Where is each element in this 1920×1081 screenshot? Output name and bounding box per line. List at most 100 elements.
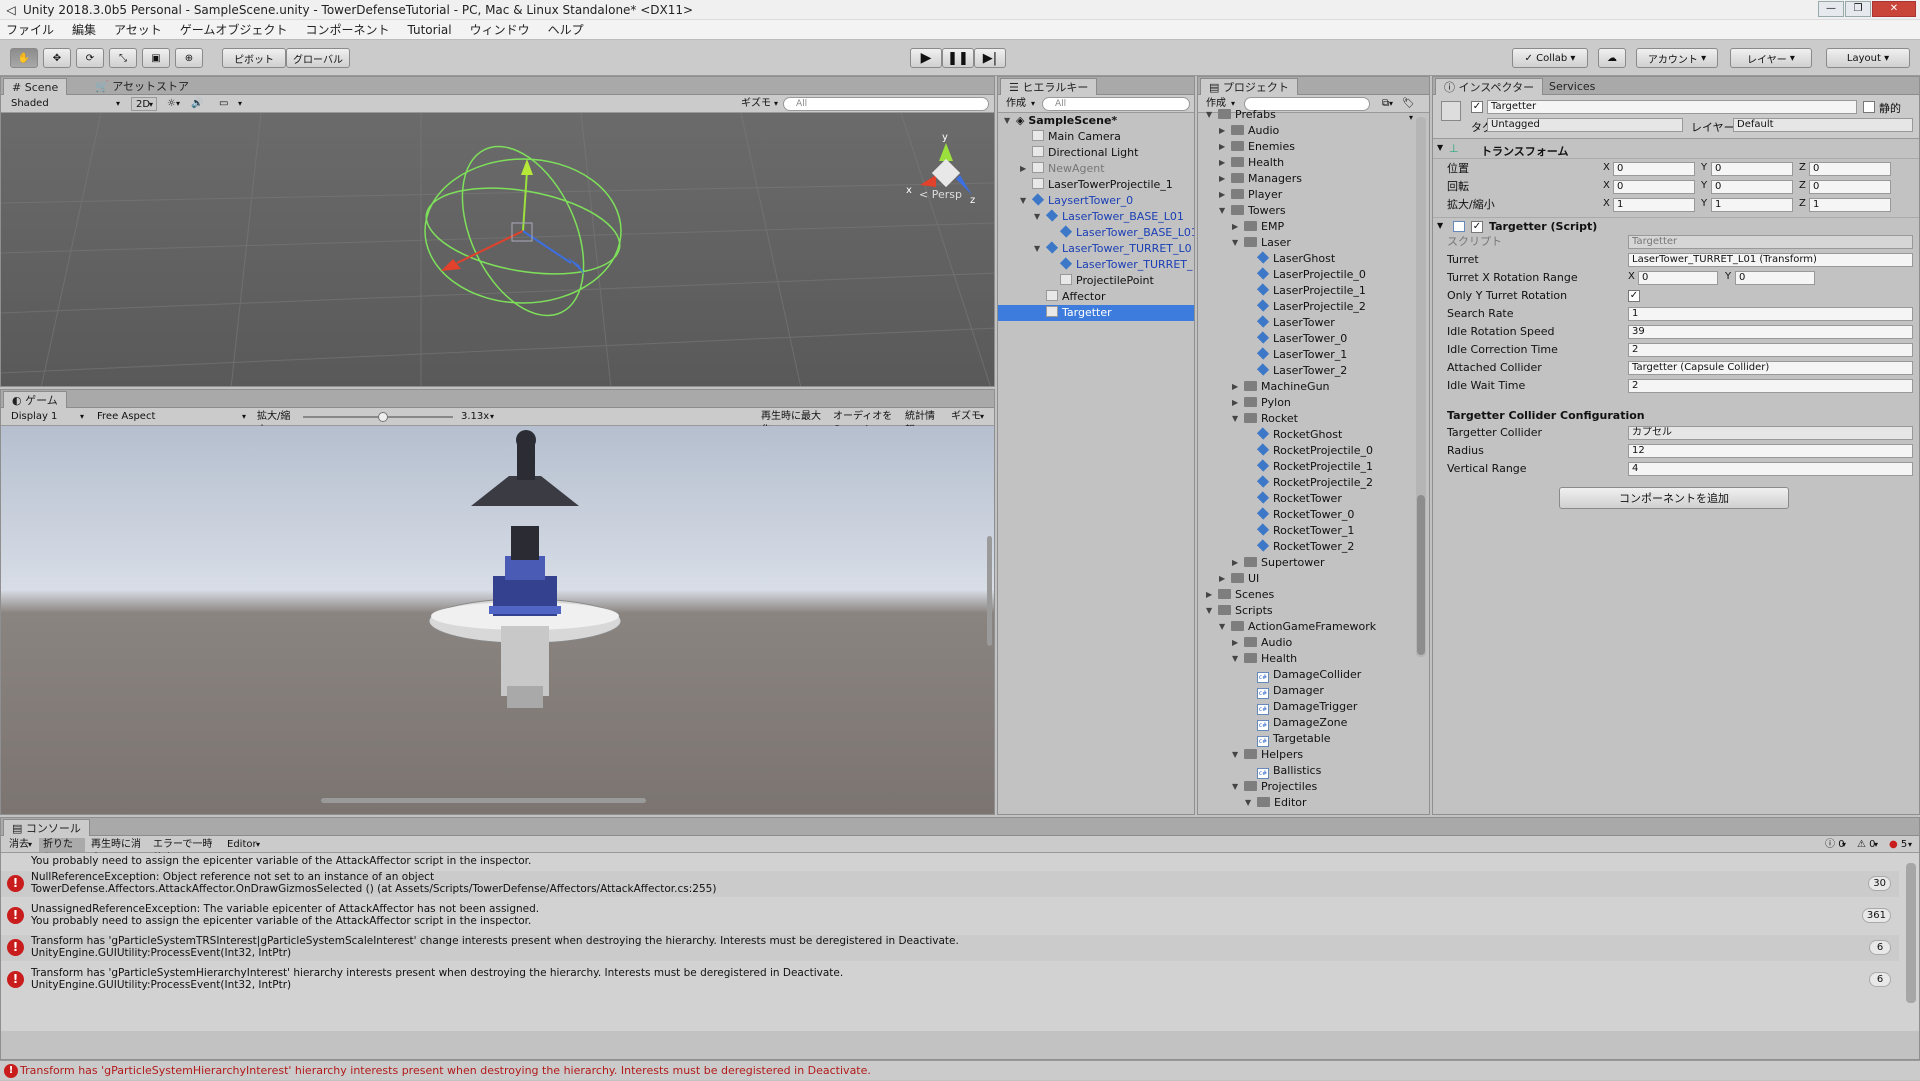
pivot-button[interactable]: ピボット bbox=[222, 48, 286, 68]
expanded-arrow-icon[interactable]: ▼ bbox=[1232, 651, 1238, 667]
tab-project[interactable]: ▤ プロジェクト bbox=[1200, 78, 1298, 95]
menu-item[interactable]: コンポーネント bbox=[305, 21, 389, 38]
menu-item[interactable]: ファイル bbox=[6, 21, 54, 38]
scale-tool-icon[interactable]: ⤡ bbox=[109, 48, 137, 68]
collider-property-field[interactable]: 4 bbox=[1628, 462, 1913, 476]
layers-dropdown[interactable]: レイヤー ▾ bbox=[1730, 48, 1812, 68]
console-scrollbar[interactable] bbox=[1906, 863, 1916, 1003]
expanded-arrow-icon[interactable]: ▼ bbox=[1020, 193, 1026, 209]
tree-item[interactable]: c#DamageTrigger bbox=[1198, 699, 1429, 715]
transform-header[interactable]: ▼ ⊥ トランスフォーム bbox=[1433, 141, 1919, 159]
layout-dropdown[interactable]: Layout ▾ bbox=[1826, 48, 1910, 68]
tree-item[interactable]: LaserTower bbox=[1198, 315, 1429, 331]
tree-item[interactable]: Directional Light bbox=[998, 145, 1194, 161]
rotation-range-y-field[interactable]: 0 bbox=[1735, 271, 1815, 285]
tree-item[interactable]: ▶Audio bbox=[1198, 123, 1429, 139]
tree-item[interactable]: LaserProjectile_1 bbox=[1198, 283, 1429, 299]
transform-z-field[interactable]: 0 bbox=[1809, 162, 1891, 176]
tree-item[interactable]: ▼Prefabs bbox=[1198, 107, 1429, 123]
tree-item[interactable]: ProjectilePoint bbox=[998, 273, 1194, 289]
collider-type-dropdown[interactable]: カプセル bbox=[1628, 426, 1913, 440]
console-log-row[interactable]: !Transform has 'gParticleSystemTRSIntere… bbox=[1, 935, 1899, 961]
transform-expand-icon[interactable]: ▼ bbox=[1437, 143, 1443, 152]
transform-y-field[interactable]: 1 bbox=[1711, 198, 1793, 212]
game-gizmos-dropdown[interactable]: ギズモ bbox=[947, 410, 987, 424]
scene-root[interactable]: ▼ ◈ SampleScene* bbox=[998, 113, 1194, 129]
console-error-filter[interactable]: ● 5 bbox=[1885, 838, 1915, 852]
tree-item[interactable]: ▶UI bbox=[1198, 571, 1429, 587]
tree-item[interactable]: ▼LaysertTower_0 bbox=[998, 193, 1194, 209]
minimize-icon[interactable]: — bbox=[1818, 1, 1844, 17]
script-property-field[interactable]: Targetter (Capsule Collider) bbox=[1628, 361, 1913, 375]
collab-button[interactable]: ✓ Collab ▾ bbox=[1512, 48, 1588, 68]
rect-tool-icon[interactable]: ▣ bbox=[142, 48, 170, 68]
hierarchy-search-input[interactable]: All bbox=[1042, 97, 1190, 111]
expanded-arrow-icon[interactable]: ▼ bbox=[1232, 235, 1238, 251]
tree-item[interactable]: LaserGhost bbox=[1198, 251, 1429, 267]
static-checkbox[interactable] bbox=[1863, 101, 1875, 113]
tree-item[interactable]: RocketGhost bbox=[1198, 427, 1429, 443]
expanded-arrow-icon[interactable]: ▼ bbox=[1232, 779, 1238, 795]
tree-item[interactable]: Main Camera bbox=[998, 129, 1194, 145]
hand-tool-icon[interactable]: ✋ bbox=[10, 48, 38, 68]
console-editor-dropdown[interactable]: Editor bbox=[223, 838, 263, 852]
gameobject-name-input[interactable]: Targetter bbox=[1487, 100, 1857, 114]
tree-item[interactable]: ▼Projectiles bbox=[1198, 779, 1429, 795]
collapsed-arrow-icon[interactable]: ▶ bbox=[1219, 187, 1225, 203]
expanded-arrow-icon[interactable]: ▼ bbox=[1206, 603, 1212, 619]
tree-item[interactable]: Targetter bbox=[998, 305, 1194, 321]
scene-viewport[interactable]: y x z < Persp bbox=[1, 113, 995, 387]
menu-item[interactable]: ウィンドウ bbox=[470, 21, 530, 38]
game-viewport[interactable] bbox=[1, 426, 995, 815]
menu-item[interactable]: 編集 bbox=[72, 21, 96, 38]
tag-dropdown[interactable]: Untagged bbox=[1487, 118, 1683, 132]
tree-item[interactable]: LaserProjectile_2 bbox=[1198, 299, 1429, 315]
scale-slider[interactable] bbox=[303, 416, 453, 418]
tab-console[interactable]: ▤ コンソール bbox=[3, 819, 90, 836]
collapsed-arrow-icon[interactable]: ▶ bbox=[1206, 587, 1212, 603]
collapsed-arrow-icon[interactable]: ▶ bbox=[1232, 379, 1238, 395]
tree-item[interactable]: ▶Supertower bbox=[1198, 555, 1429, 571]
lighting-toggle-icon[interactable]: ☼ bbox=[163, 97, 183, 111]
script-property-field[interactable]: 1 bbox=[1628, 307, 1913, 321]
mute-audio-toggle[interactable]: オーディオをミュート bbox=[829, 410, 899, 424]
scale-slider-thumb[interactable] bbox=[378, 412, 388, 422]
effects-toggle-icon[interactable]: ▭ bbox=[215, 97, 245, 111]
tree-item[interactable]: LaserProjectile_0 bbox=[1198, 267, 1429, 283]
stats-toggle[interactable]: 統計情報 bbox=[901, 410, 945, 424]
audio-toggle-icon[interactable]: 🔊 bbox=[187, 97, 207, 111]
menu-item[interactable]: Tutorial bbox=[407, 23, 451, 37]
menu-item[interactable]: ヘルプ bbox=[548, 21, 584, 38]
tree-item[interactable]: ▶Player bbox=[1198, 187, 1429, 203]
collapsed-arrow-icon[interactable]: ▶ bbox=[1232, 219, 1238, 235]
console-warning-filter[interactable]: ⚠ 0 bbox=[1853, 838, 1881, 852]
transform-x-field[interactable]: 1 bbox=[1613, 198, 1695, 212]
only-y-rotation-checkbox[interactable]: ✓ bbox=[1628, 290, 1640, 302]
tree-item[interactable]: ▼ActionGameFramework bbox=[1198, 619, 1429, 635]
script-property-field[interactable]: 39 bbox=[1628, 325, 1913, 339]
transform-y-field[interactable]: 0 bbox=[1711, 180, 1793, 194]
game-vertical-scrollbar[interactable] bbox=[987, 536, 992, 646]
play-button[interactable]: ▶ bbox=[910, 48, 942, 68]
collapsed-arrow-icon[interactable]: ▶ bbox=[1219, 171, 1225, 187]
scene-search-input[interactable]: All bbox=[783, 97, 989, 111]
tree-item[interactable]: ▼Editor bbox=[1198, 795, 1429, 811]
collapsed-arrow-icon[interactable]: ▶ bbox=[1020, 161, 1026, 177]
collapsed-arrow-icon[interactable]: ▶ bbox=[1219, 155, 1225, 171]
collapsed-arrow-icon[interactable]: ▶ bbox=[1232, 555, 1238, 571]
transform-z-field[interactable]: 0 bbox=[1809, 180, 1891, 194]
script-expand-icon[interactable]: ▼ bbox=[1437, 221, 1443, 230]
tree-item[interactable]: ▼Helpers bbox=[1198, 747, 1429, 763]
move-tool-icon[interactable]: ✥ bbox=[43, 48, 71, 68]
expanded-arrow-icon[interactable]: ▼ bbox=[1232, 747, 1238, 763]
maximize-on-play-toggle[interactable]: 再生時に最大化 bbox=[757, 410, 827, 424]
console-clear-on-play-toggle[interactable]: 再生時に消去 bbox=[87, 838, 147, 852]
menu-item[interactable]: アセット bbox=[114, 21, 162, 38]
script-enabled-checkbox[interactable]: ✓ bbox=[1471, 221, 1483, 233]
close-icon[interactable]: ✕ bbox=[1872, 1, 1916, 17]
project-scrollbar[interactable] bbox=[1416, 117, 1426, 657]
expanded-arrow-icon[interactable]: ▼ bbox=[1219, 203, 1225, 219]
tree-item[interactable]: LaserTowerProjectile_1 bbox=[998, 177, 1194, 193]
tab-services[interactable]: Services bbox=[1541, 78, 1603, 95]
console-clear-button[interactable]: 消去 bbox=[5, 838, 35, 852]
